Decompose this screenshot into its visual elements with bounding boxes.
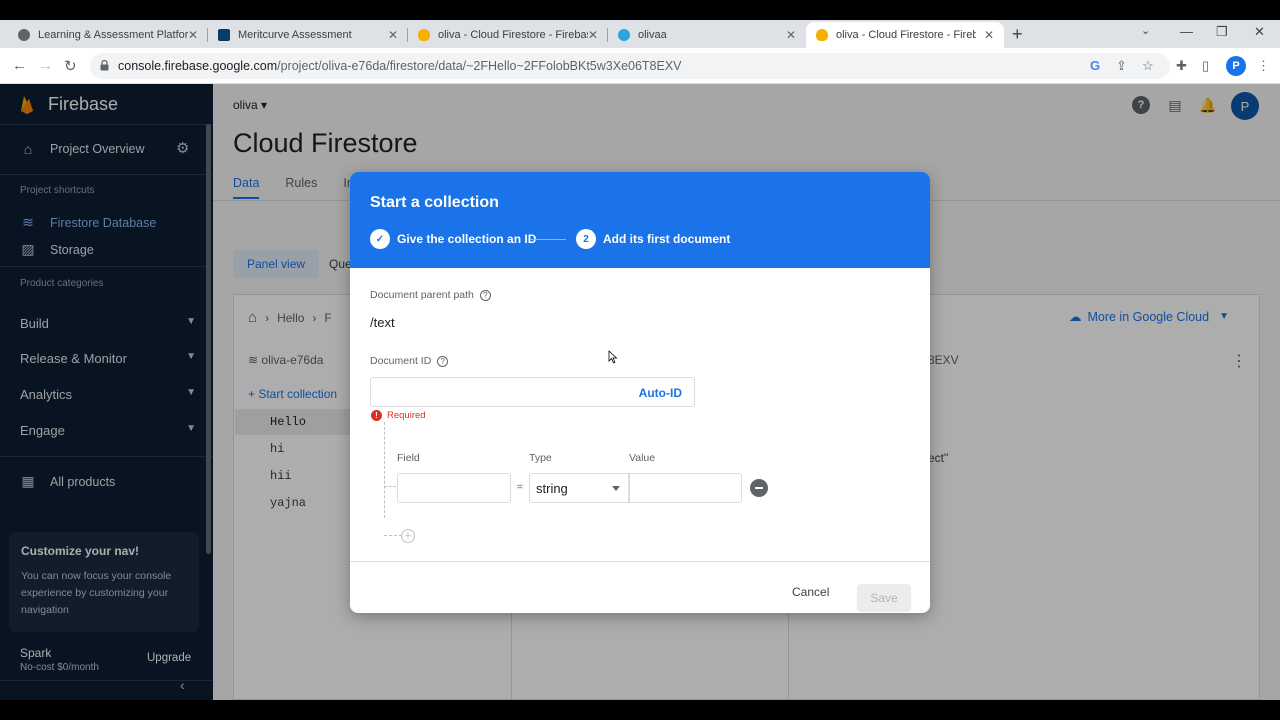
help-icon[interactable]: ? xyxy=(437,355,449,367)
step-1: ✓ Give the collection an ID xyxy=(370,229,536,249)
url-host: console.firebase.google.com xyxy=(118,59,278,73)
window-close-button[interactable]: ✕ xyxy=(1254,24,1265,40)
firebase-icon xyxy=(816,29,828,41)
field-name-input[interactable] xyxy=(397,473,511,503)
browser-window: Learning & Assessment Platform ✕ Meritcu… xyxy=(0,20,1280,700)
profile-avatar[interactable]: P xyxy=(1226,56,1246,76)
close-icon[interactable]: ✕ xyxy=(588,28,598,42)
dialog-divider xyxy=(350,561,930,562)
lock-icon xyxy=(100,60,109,71)
tab-title: olivaa xyxy=(638,29,667,41)
type-selected-value: string xyxy=(536,481,568,496)
label-text: Document parent path xyxy=(370,289,474,301)
equals-sign: = xyxy=(517,482,523,493)
letterbox-top xyxy=(0,0,1280,20)
new-tab-button[interactable]: + xyxy=(1012,24,1023,45)
step-label: Add its first document xyxy=(603,232,731,246)
remove-field-icon[interactable] xyxy=(750,479,768,497)
field-value-input[interactable] xyxy=(629,473,742,503)
telegram-icon xyxy=(618,29,630,41)
dialog-title: Start a collection xyxy=(370,194,499,211)
step-number: 2 xyxy=(576,229,596,249)
browser-tab[interactable]: Learning & Assessment Platform ✕ xyxy=(8,22,208,48)
parent-path-label: Document parent path ? xyxy=(370,289,491,301)
tab-strip: Learning & Assessment Platform ✕ Meritcu… xyxy=(0,20,1280,48)
tab-title: oliva - Cloud Firestore - Firebase xyxy=(836,29,976,41)
forward-button[interactable]: → xyxy=(38,57,53,74)
parent-path-value: /text xyxy=(370,315,395,330)
menu-kebab-icon[interactable]: ⋮ xyxy=(1257,58,1270,74)
type-header: Type xyxy=(529,452,552,464)
bookmark-star-icon[interactable]: ☆ xyxy=(1142,58,1154,74)
error-text: Required xyxy=(387,410,426,421)
browser-tab[interactable]: oliva - Cloud Firestore - Firebase ✕ xyxy=(408,22,608,48)
required-error: ! Required xyxy=(371,410,426,421)
tree-line xyxy=(384,422,385,518)
dialog-header: Start a collection ✓ Give the collection… xyxy=(350,172,930,268)
close-icon[interactable]: ✕ xyxy=(786,28,796,42)
caret-down-icon xyxy=(612,486,620,491)
extensions-icon[interactable]: ✚ xyxy=(1176,58,1187,74)
side-panel-icon[interactable]: ▯ xyxy=(1202,58,1209,74)
tree-line xyxy=(384,535,402,536)
tab-search-icon[interactable]: ⌄ xyxy=(1141,24,1150,37)
label-text: Document ID xyxy=(370,355,432,367)
url-path: /project/oliva-e76da/firestore/data/~2FH… xyxy=(277,59,682,73)
tab-title: oliva - Cloud Firestore - Firebase xyxy=(438,29,588,41)
browser-tab[interactable]: olivaa ✕ xyxy=(608,22,806,48)
auto-id-button[interactable]: Auto-ID xyxy=(639,386,682,400)
back-button[interactable]: ← xyxy=(12,57,27,74)
type-select[interactable]: string xyxy=(529,473,629,503)
globe-icon xyxy=(18,29,30,41)
tree-line xyxy=(384,486,396,487)
close-icon[interactable]: ✕ xyxy=(388,28,398,42)
tab-title: Learning & Assessment Platform xyxy=(38,29,188,41)
value-header: Value xyxy=(629,452,656,464)
browser-tab[interactable]: Meritcurve Assessment ✕ xyxy=(208,22,408,48)
add-field-icon[interactable]: + xyxy=(401,529,415,543)
address-bar[interactable]: console.firebase.google.com/project/oliv… xyxy=(90,53,1170,79)
google-icon[interactable]: G xyxy=(1090,58,1100,73)
letterbox-bottom xyxy=(0,700,1280,720)
meritcurve-icon xyxy=(218,29,230,41)
check-icon: ✓ xyxy=(370,229,390,249)
save-button[interactable]: Save xyxy=(857,584,911,612)
share-icon[interactable]: ⇪ xyxy=(1116,58,1127,74)
step-connector xyxy=(530,239,566,240)
restore-button[interactable]: ❐ xyxy=(1216,24,1228,40)
start-collection-dialog: Start a collection ✓ Give the collection… xyxy=(350,172,930,613)
close-icon[interactable]: ✕ xyxy=(984,28,994,42)
browser-toolbar: ← → ↻ console.firebase.google.com/projec… xyxy=(0,48,1280,84)
minimize-button[interactable]: — xyxy=(1180,24,1193,39)
cancel-button[interactable]: Cancel xyxy=(792,585,829,599)
mouse-cursor-icon xyxy=(608,350,618,364)
document-id-input[interactable]: Auto-ID xyxy=(370,377,695,407)
firebase-icon xyxy=(418,29,430,41)
tab-title: Meritcurve Assessment xyxy=(238,29,352,41)
help-icon[interactable]: ? xyxy=(479,289,491,301)
step-2: 2 Add its first document xyxy=(576,229,730,249)
reload-button[interactable]: ↻ xyxy=(64,57,77,75)
step-label: Give the collection an ID xyxy=(397,232,537,246)
error-icon: ! xyxy=(371,410,382,421)
browser-tab-active[interactable]: oliva - Cloud Firestore - Firebase ✕ xyxy=(806,22,1004,48)
field-header: Field xyxy=(397,452,420,464)
document-id-label: Document ID ? xyxy=(370,355,449,367)
close-icon[interactable]: ✕ xyxy=(188,28,198,42)
